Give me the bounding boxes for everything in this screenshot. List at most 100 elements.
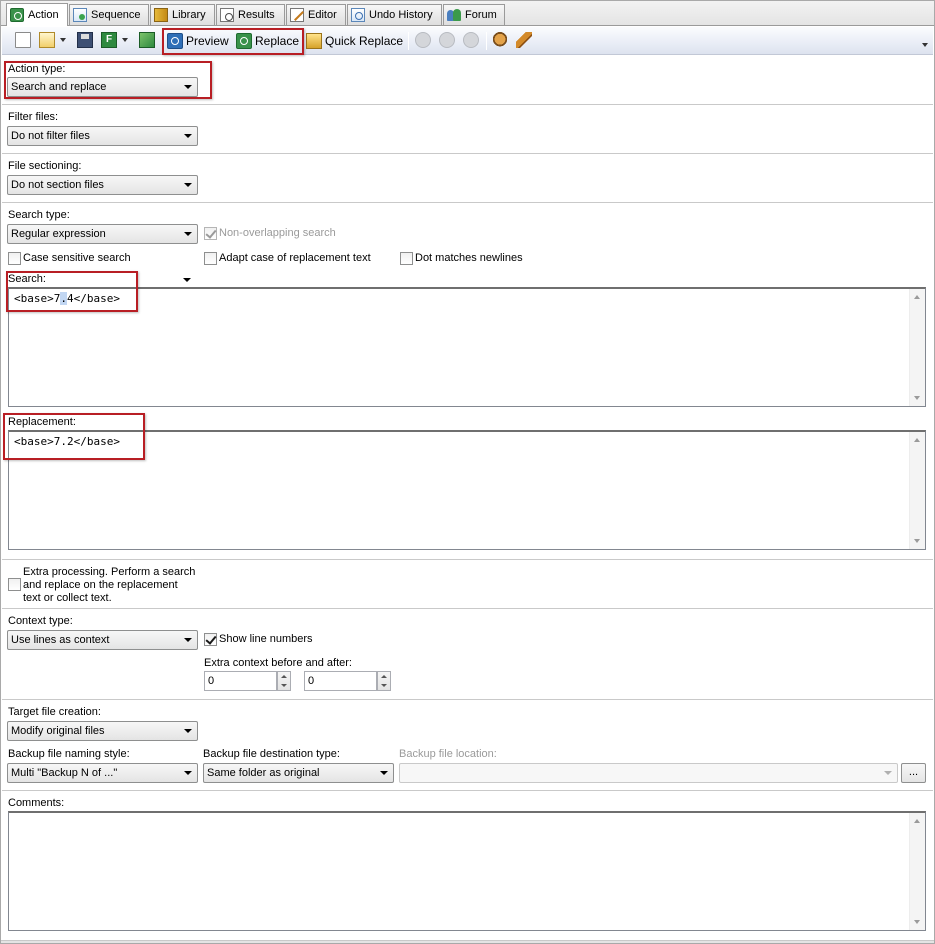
format-icon[interactable]: F — [101, 32, 117, 48]
search-type-select[interactable]: Regular expression — [7, 224, 198, 244]
extra-processing-line: and replace on the replacement — [23, 579, 178, 591]
tab-results[interactable]: Results — [216, 4, 285, 25]
backup-destination-value: Same folder as original — [207, 767, 320, 779]
file-sectioning-label: File sectioning: — [8, 160, 82, 172]
divider — [2, 699, 933, 700]
filter-files-label: Filter files: — [8, 111, 59, 123]
scroll-up-icon[interactable] — [914, 438, 920, 442]
pause-icon — [415, 32, 431, 48]
context-type-value: Use lines as context — [11, 634, 110, 646]
sequence-icon — [73, 8, 87, 22]
chevron-down-icon — [380, 771, 388, 775]
quill-icon[interactable] — [516, 32, 532, 48]
image-icon[interactable] — [139, 32, 155, 48]
mascot-icon[interactable] — [492, 32, 508, 48]
tab-label: Action — [28, 9, 59, 21]
chevron-down-icon — [184, 134, 192, 138]
highlight-preview-replace — [162, 28, 304, 55]
browse-button[interactable]: ... — [901, 763, 926, 783]
tab-sequence[interactable]: Sequence — [69, 4, 149, 25]
case-sensitive-checkbox[interactable] — [8, 252, 21, 265]
backup-location-label: Backup file location: — [399, 748, 497, 760]
up-arrow-icon[interactable] — [281, 675, 287, 678]
chevron-down-icon — [184, 183, 192, 187]
stop-icon — [439, 32, 455, 48]
chevron-down-icon — [184, 771, 192, 775]
up-arrow-icon[interactable] — [381, 675, 387, 678]
scroll-up-icon[interactable] — [914, 819, 920, 823]
scrollbar[interactable] — [909, 813, 925, 930]
tab-label: Sequence — [91, 9, 141, 21]
file-sectioning-value: Do not section files — [11, 179, 104, 191]
open-dropdown-icon[interactable] — [60, 38, 66, 42]
down-arrow-icon[interactable] — [281, 684, 287, 687]
file-sectioning-select[interactable]: Do not section files — [7, 175, 198, 195]
target-file-creation-select[interactable]: Modify original files — [7, 721, 198, 741]
scroll-down-icon[interactable] — [914, 539, 920, 543]
comments-input[interactable] — [8, 811, 926, 931]
dot-matches-newlines-checkbox[interactable] — [400, 252, 413, 265]
toolbar-separator — [486, 32, 487, 50]
library-icon — [154, 8, 168, 22]
filter-files-value: Do not filter files — [11, 130, 90, 142]
tab-action[interactable]: Action — [6, 3, 68, 26]
chevron-down-icon — [884, 771, 892, 775]
target-file-creation-value: Modify original files — [11, 725, 105, 737]
quick-replace-icon — [306, 33, 322, 49]
scrollbar[interactable] — [909, 432, 925, 549]
backup-naming-value: Multi "Backup N of ..." — [11, 767, 118, 779]
context-before-stepper[interactable] — [277, 671, 291, 691]
scroll-down-icon[interactable] — [914, 396, 920, 400]
scrollbar[interactable] — [909, 289, 925, 406]
tab-editor[interactable]: Editor — [286, 4, 346, 25]
tab-undo-history[interactable]: Undo History — [347, 4, 442, 25]
new-icon[interactable] — [15, 32, 31, 48]
cancel-icon — [463, 32, 479, 48]
save-icon[interactable] — [77, 32, 93, 48]
divider — [2, 608, 933, 609]
show-line-numbers-checkbox[interactable] — [204, 633, 217, 646]
extra-processing-line: Extra processing. Perform a search — [23, 566, 196, 578]
search-history-dropdown-icon[interactable] — [183, 278, 191, 282]
quick-replace-button[interactable]: Quick Replace — [306, 32, 403, 50]
filter-files-select[interactable]: Do not filter files — [7, 126, 198, 146]
highlight-action-type — [4, 61, 212, 99]
extra-processing-label: Extra processing. Perform a search and r… — [23, 566, 195, 605]
context-before-input[interactable]: 0 — [204, 671, 277, 691]
extra-processing-checkbox[interactable] — [8, 578, 21, 591]
toolbar: F Preview Replace Quick Replace — [2, 27, 933, 55]
open-icon[interactable] — [39, 32, 55, 48]
context-after-input[interactable]: 0 — [304, 671, 377, 691]
non-overlapping-checkbox — [204, 227, 217, 240]
tab-label: Forum — [465, 9, 497, 21]
extra-processing-line: text or collect text. — [23, 592, 112, 604]
toolbar-overflow-icon[interactable] — [922, 43, 928, 47]
divider — [2, 790, 933, 791]
toolbar-separator — [408, 32, 409, 50]
divider — [2, 202, 933, 203]
search-input[interactable]: <base>7.4</base> — [8, 287, 926, 407]
scroll-up-icon[interactable] — [914, 295, 920, 299]
non-overlapping-label: Non-overlapping search — [219, 227, 336, 239]
extra-context-label: Extra context before and after: — [204, 657, 352, 669]
backup-destination-select[interactable]: Same folder as original — [203, 763, 394, 783]
replacement-input[interactable]: <base>7.2</base> — [8, 430, 926, 550]
tab-label: Library — [172, 9, 206, 21]
results-icon — [220, 8, 234, 22]
forum-icon — [447, 8, 461, 22]
tab-library[interactable]: Library — [150, 4, 215, 25]
divider — [2, 153, 933, 154]
backup-naming-select[interactable]: Multi "Backup N of ..." — [7, 763, 198, 783]
down-arrow-icon[interactable] — [381, 684, 387, 687]
context-after-stepper[interactable] — [377, 671, 391, 691]
tab-forum[interactable]: Forum — [443, 4, 505, 25]
adapt-case-checkbox[interactable] — [204, 252, 217, 265]
format-dropdown-icon[interactable] — [122, 38, 128, 42]
scroll-down-icon[interactable] — [914, 920, 920, 924]
tab-bar: Action Sequence Library Results Editor U… — [0, 0, 935, 26]
context-type-select[interactable]: Use lines as context — [7, 630, 198, 650]
case-sensitive-label: Case sensitive search — [23, 252, 131, 264]
backup-location-select — [399, 763, 898, 783]
comments-label: Comments: — [8, 797, 65, 809]
dot-matches-newlines-label: Dot matches newlines — [415, 252, 523, 264]
